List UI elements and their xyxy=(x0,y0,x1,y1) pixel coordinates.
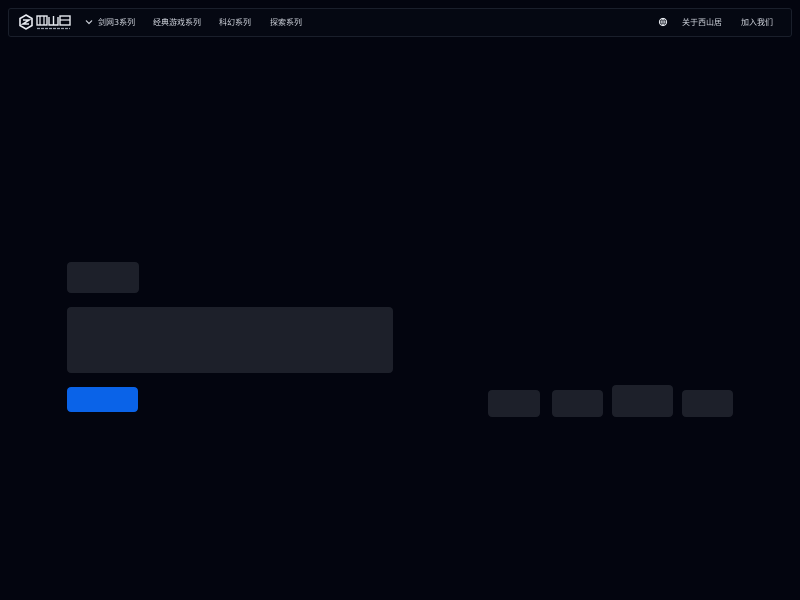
chevron-down-icon[interactable] xyxy=(83,16,95,28)
nav-item-jx3-series[interactable]: 剑网3系列 xyxy=(98,17,135,29)
thumbnail-placeholder[interactable] xyxy=(488,390,540,417)
globe-icon[interactable] xyxy=(658,17,668,27)
hero-title-placeholder xyxy=(67,307,393,373)
join-us-link[interactable]: 加入我们 xyxy=(741,17,773,29)
top-navbar: 剑网3系列 经典游戏系列 科幻系列 探索系列 关于西山居 加入我们 xyxy=(8,8,792,37)
nav-item-explore-series[interactable]: 探索系列 xyxy=(270,17,302,29)
nav-item-scifi-series[interactable]: 科幻系列 xyxy=(219,17,251,29)
nav-item-classic-games[interactable]: 经典游戏系列 xyxy=(153,17,201,29)
about-seasun-link[interactable]: 关于西山居 xyxy=(682,17,722,29)
page: 剑网3系列 经典游戏系列 科幻系列 探索系列 关于西山居 加入我们 xyxy=(0,0,800,600)
thumbnail-placeholder[interactable] xyxy=(682,390,733,417)
seasun-logo-icon[interactable] xyxy=(19,14,75,32)
hero-tag-placeholder xyxy=(67,262,139,293)
hero-cta-button[interactable] xyxy=(67,387,138,412)
thumbnail-placeholder-active[interactable] xyxy=(612,385,673,417)
thumbnail-placeholder[interactable] xyxy=(552,390,603,417)
